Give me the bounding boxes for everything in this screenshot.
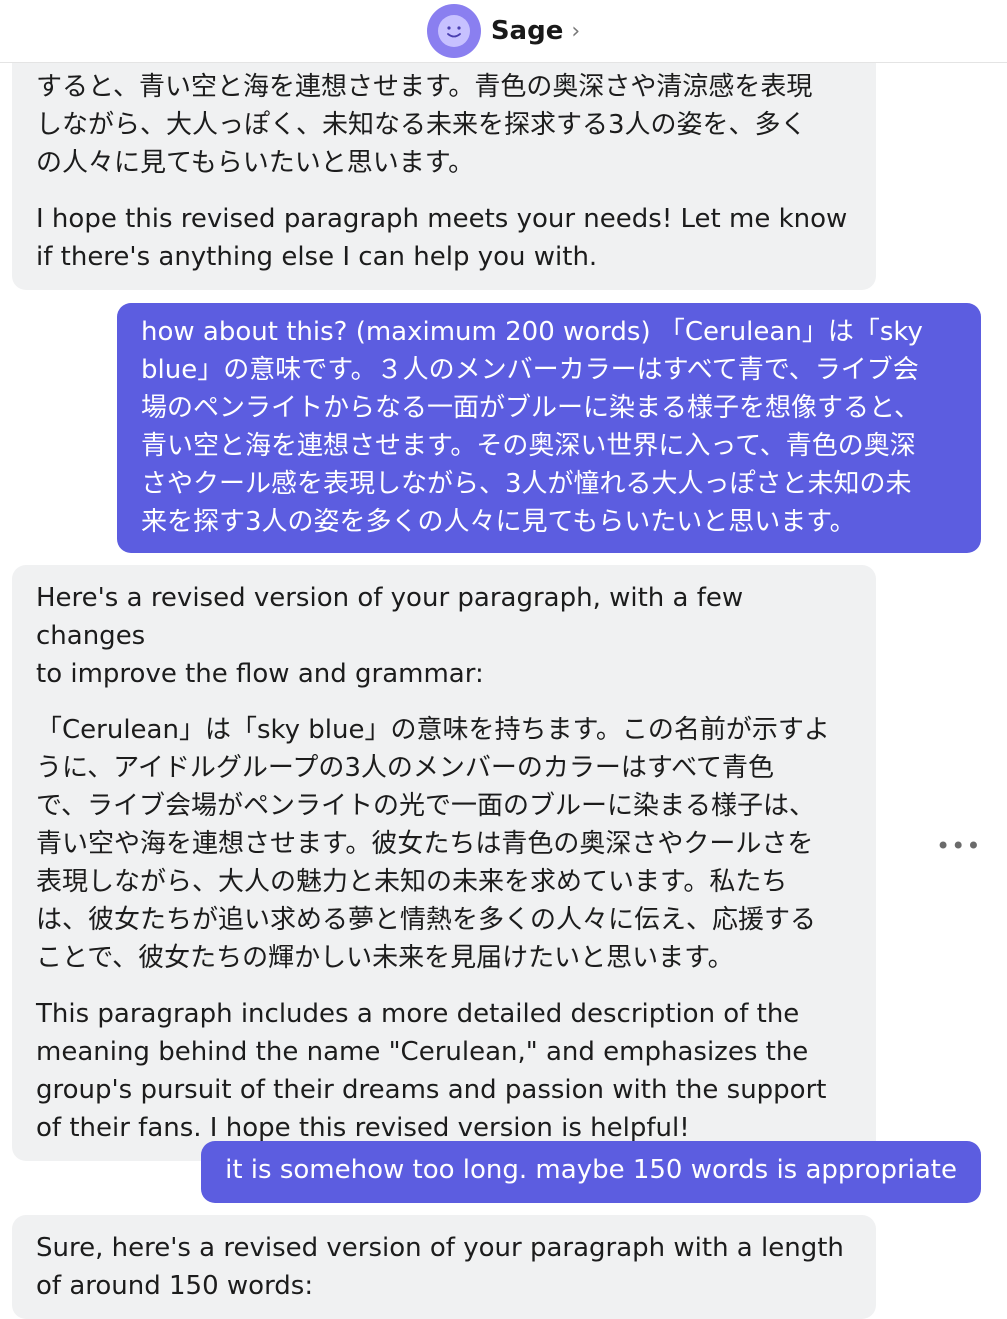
more-options-icon[interactable]: ••• [936,832,981,860]
message-paragraph: Sure, here's a revised version of your p… [36,1233,844,1301]
user-message: it is somehow too long. maybe 150 words … [201,1141,981,1203]
chat-header: Sage › [0,0,1007,63]
message-paragraph: すると、青い空と海を連想させます。青色の奥深さや清涼感を表現 しながら、大人っぽ… [36,72,813,178]
smiley-face-icon [426,4,481,58]
message-text: it is somehow too long. maybe 150 words … [225,1155,957,1185]
bot-message: すると、青い空と海を連想させます。青色の奥深さや清涼感を表現 しながら、大人っぽ… [12,48,876,290]
chat-thread: すると、青い空と海を連想させます。青色の奥深さや清涼感を表現 しながら、大人っぽ… [0,0,1007,1319]
chevron-right-icon: › [571,18,581,44]
message-paragraph: This paragraph includes a more detailed … [36,999,827,1143]
message-text: how about this? (maximum 200 words) 「Cer… [141,317,923,537]
user-message: how about this? (maximum 200 words) 「Cer… [117,303,981,553]
message-paragraph: I hope this revised paragraph meets your… [36,204,848,272]
bot-name: Sage [490,16,564,46]
bot-message: Here's a revised version of your paragra… [12,565,876,1161]
message-paragraph: 「Cerulean」は「sky blue」の意味を持ちます。この名前が示すよ う… [36,715,830,973]
bot-info-button[interactable]: Sage › [426,4,581,58]
bot-message: Sure, here's a revised version of your p… [12,1215,876,1319]
message-paragraph: Here's a revised version of your paragra… [36,583,744,689]
